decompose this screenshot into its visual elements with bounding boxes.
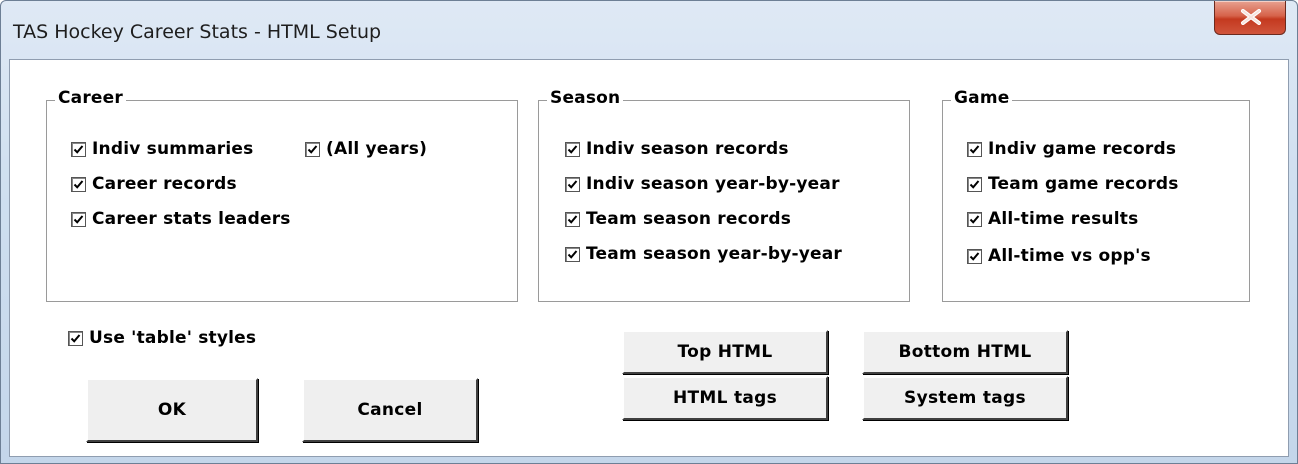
check-icon bbox=[567, 179, 578, 189]
game-group-label: Game bbox=[951, 88, 1013, 108]
career-group: Career Indiv summaries (All years) Caree… bbox=[46, 88, 518, 302]
checkbox-all-years-label: (All years) bbox=[326, 139, 428, 159]
checkbox-career-stats-leaders-box[interactable] bbox=[71, 211, 86, 227]
ok-button[interactable]: OK bbox=[86, 378, 258, 442]
checkbox-career-stats-leaders[interactable]: Career stats leaders bbox=[71, 209, 291, 229]
bottom-html-button[interactable]: Bottom HTML bbox=[862, 330, 1068, 374]
checkbox-all-years[interactable]: (All years) bbox=[305, 139, 427, 159]
career-group-label: Career bbox=[55, 88, 126, 108]
checkbox-indiv-game-records-box[interactable] bbox=[967, 141, 982, 157]
checkbox-use-table-styles[interactable]: Use 'table' styles bbox=[68, 328, 256, 348]
checkbox-indiv-summaries-box[interactable] bbox=[71, 141, 86, 157]
checkbox-indiv-season-records-label: Indiv season records bbox=[586, 139, 789, 159]
close-button[interactable] bbox=[1214, 1, 1286, 35]
checkbox-career-records[interactable]: Career records bbox=[71, 174, 237, 194]
checkbox-indiv-season-year-by-year[interactable]: Indiv season year-by-year bbox=[565, 174, 840, 194]
checkbox-team-season-year-by-year-label: Team season year-by-year bbox=[586, 244, 843, 264]
dialog-client-area: Career Indiv summaries (All years) Caree… bbox=[9, 59, 1289, 457]
checkbox-all-years-box[interactable] bbox=[305, 141, 320, 157]
checkbox-all-time-vs-opps-box[interactable] bbox=[967, 248, 982, 264]
checkbox-career-records-label: Career records bbox=[92, 174, 237, 194]
checkbox-indiv-game-records[interactable]: Indiv game records bbox=[967, 139, 1176, 159]
checkbox-all-time-results-box[interactable] bbox=[967, 211, 982, 227]
check-icon bbox=[70, 333, 81, 343]
checkbox-indiv-season-records-box[interactable] bbox=[565, 141, 580, 157]
checkbox-team-season-records[interactable]: Team season records bbox=[565, 209, 791, 229]
season-group-label: Season bbox=[547, 88, 624, 108]
checkbox-career-stats-leaders-label: Career stats leaders bbox=[92, 209, 291, 229]
check-icon bbox=[969, 251, 980, 261]
system-tags-button[interactable]: System tags bbox=[862, 376, 1068, 420]
checkbox-indiv-summaries[interactable]: Indiv summaries bbox=[71, 139, 253, 159]
checkbox-indiv-summaries-label: Indiv summaries bbox=[92, 139, 254, 159]
top-html-button[interactable]: Top HTML bbox=[622, 330, 828, 374]
checkbox-team-game-records[interactable]: Team game records bbox=[967, 174, 1179, 194]
check-icon bbox=[969, 179, 980, 189]
checkbox-all-time-results-label: All-time results bbox=[988, 209, 1139, 229]
cancel-button[interactable]: Cancel bbox=[302, 378, 478, 442]
check-icon bbox=[969, 144, 980, 154]
html-tags-button[interactable]: HTML tags bbox=[622, 376, 828, 420]
checkbox-team-game-records-label: Team game records bbox=[988, 174, 1179, 194]
game-group: Game Indiv game records Team game record… bbox=[942, 88, 1250, 302]
title-bar[interactable]: TAS Hockey Career Stats - HTML Setup bbox=[1, 1, 1297, 59]
checkbox-all-time-results[interactable]: All-time results bbox=[967, 209, 1138, 229]
checkbox-team-season-records-box[interactable] bbox=[565, 211, 580, 227]
checkbox-team-season-records-label: Team season records bbox=[586, 209, 792, 229]
check-icon bbox=[73, 179, 84, 189]
checkbox-use-table-styles-label: Use 'table' styles bbox=[89, 328, 257, 348]
checkbox-indiv-season-year-by-year-label: Indiv season year-by-year bbox=[586, 174, 840, 194]
checkbox-all-time-vs-opps[interactable]: All-time vs opp's bbox=[967, 246, 1151, 266]
checkbox-use-table-styles-box[interactable] bbox=[68, 330, 83, 346]
check-icon bbox=[567, 214, 578, 224]
check-icon bbox=[307, 144, 318, 154]
checkbox-career-records-box[interactable] bbox=[71, 176, 86, 192]
season-group: Season Indiv season records Indiv season… bbox=[538, 88, 910, 302]
checkbox-team-game-records-box[interactable] bbox=[967, 176, 982, 192]
check-icon bbox=[73, 144, 84, 154]
checkbox-indiv-season-year-by-year-box[interactable] bbox=[565, 176, 580, 192]
checkbox-all-time-vs-opps-label: All-time vs opp's bbox=[988, 246, 1151, 266]
window-title: TAS Hockey Career Stats - HTML Setup bbox=[13, 21, 382, 43]
checkbox-team-season-year-by-year[interactable]: Team season year-by-year bbox=[565, 244, 842, 264]
check-icon bbox=[567, 144, 578, 154]
check-icon bbox=[969, 214, 980, 224]
check-icon bbox=[567, 249, 578, 259]
dialog-window: TAS Hockey Career Stats - HTML Setup Car… bbox=[0, 0, 1298, 464]
check-icon bbox=[73, 214, 84, 224]
checkbox-team-season-year-by-year-box[interactable] bbox=[565, 246, 580, 262]
close-icon bbox=[1241, 9, 1261, 25]
checkbox-indiv-game-records-label: Indiv game records bbox=[988, 139, 1177, 159]
checkbox-indiv-season-records[interactable]: Indiv season records bbox=[565, 139, 789, 159]
